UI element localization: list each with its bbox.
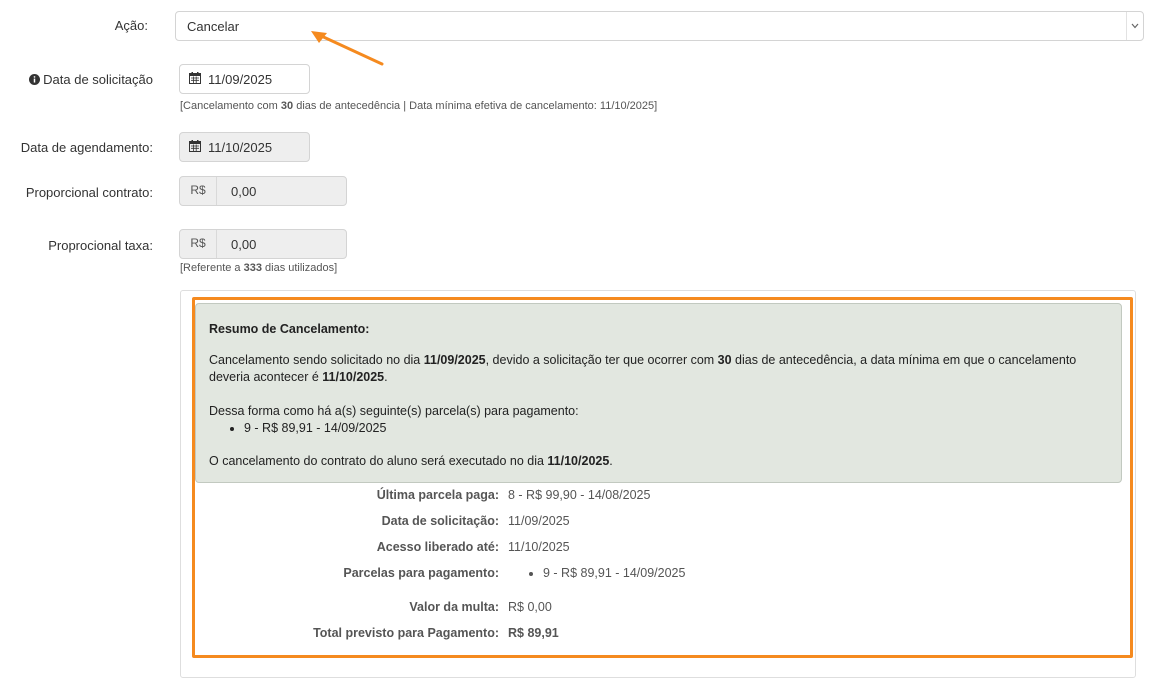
calendar-icon <box>189 139 201 155</box>
bullet-icon <box>529 571 533 576</box>
resumo-paragraph-3: O cancelamento do contrato do aluno será… <box>209 453 1105 470</box>
multa-value: R$ 0,00 <box>508 600 552 614</box>
acesso-label: Acesso liberado até: <box>376 540 499 554</box>
acao-label: Ação: <box>114 18 148 33</box>
resumo-text: . <box>384 370 388 384</box>
ultima-parcela-value: 8 - R$ 99,90 - 14/08/2025 <box>508 488 651 502</box>
list-item: 9 - R$ 89,91 - 14/09/2025 <box>244 420 1105 437</box>
currency-addon: R$ <box>180 230 217 258</box>
proporcional-contrato-value: 0,00 <box>231 184 257 199</box>
parcelas-item: 9 - R$ 89,91 - 14/09/2025 <box>543 566 686 580</box>
proporcional-contrato-input: R$ 0,00 <box>179 176 347 206</box>
currency-addon: R$ <box>180 177 217 205</box>
total-value: R$ 89,91 <box>508 626 559 640</box>
chevron-down-icon[interactable] <box>1126 12 1143 40</box>
help-text: dias de antecedência | Data mínima efeti… <box>293 100 658 112</box>
proporcional-taxa-help: [Referente a 333 dias utilizados] <box>180 262 337 274</box>
resumo-min-date: 11/10/2025 <box>322 370 385 384</box>
resumo-days: 30 <box>717 353 732 367</box>
resumo-text: , devido a solicitação ter que ocorrer c… <box>485 353 718 367</box>
parcelas-value: 9 - R$ 89,91 - 14/09/2025 <box>529 566 685 580</box>
resumo-text: Dessa forma como há a(s) seguinte(s) par… <box>209 404 579 418</box>
orange-arrow-annotation <box>311 31 384 66</box>
acao-select-value: Cancelar <box>187 19 240 34</box>
data-agendamento-value: 11/10/2025 <box>208 139 273 155</box>
help-text: [Referente a <box>180 262 244 274</box>
help-days: 30 <box>280 100 294 112</box>
data-agendamento-label: Data de agendamento: <box>20 140 153 155</box>
acesso-value: 11/10/2025 <box>508 540 570 554</box>
resumo-text: Cancelamento sendo solicitado no dia <box>209 353 424 367</box>
resumo-title: Resumo de Cancelamento: <box>209 322 370 336</box>
info-circle-icon <box>29 74 41 85</box>
data-solicitacao-label: Data de solicitação <box>20 72 153 87</box>
proporcional-taxa-label: Proprocional taxa: <box>48 238 153 253</box>
resumo-text: . <box>609 454 613 468</box>
resumo-parcelas-list: 9 - R$ 89,91 - 14/09/2025 <box>209 420 1105 437</box>
help-text: dias utilizados] <box>261 262 338 274</box>
proporcional-taxa-input: R$ 0,00 <box>179 229 347 259</box>
ultima-parcela-label: Última parcela paga: <box>376 488 499 502</box>
data-solicitacao-help: [Cancelamento com 30 dias de antecedênci… <box>180 100 657 112</box>
detalhe-data-solicitacao-label: Data de solicitação: <box>381 514 499 528</box>
resumo-text: O cancelamento do contrato do aluno será… <box>209 454 548 468</box>
resumo-date: 11/09/2025 <box>423 353 486 367</box>
resumo-paragraph-2: Dessa forma como há a(s) seguinte(s) par… <box>209 403 1105 437</box>
total-label: Total previsto para Pagamento: <box>313 626 499 640</box>
data-solicitacao-value: 11/09/2025 <box>208 71 273 87</box>
resumo-paragraph-1: Cancelamento sendo solicitado no dia 11/… <box>209 352 1105 386</box>
calendar-icon <box>189 71 201 87</box>
proporcional-contrato-label: Proporcional contrato: <box>25 185 153 200</box>
resumo-alert: Resumo de Cancelamento: Cancelamento sen… <box>195 303 1122 483</box>
data-solicitacao-label-text: Data de solicitação <box>43 72 153 87</box>
detalhe-data-solicitacao-value: 11/09/2025 <box>508 514 570 528</box>
resumo-exec-date: 11/10/2025 <box>547 454 610 468</box>
data-agendamento-input: 11/10/2025 <box>179 132 310 162</box>
parcelas-label: Parcelas para pagamento: <box>343 566 499 580</box>
help-days: 333 <box>243 262 262 274</box>
data-solicitacao-input[interactable]: 11/09/2025 <box>179 64 310 94</box>
multa-label: Valor da multa: <box>409 600 499 614</box>
proporcional-taxa-value: 0,00 <box>231 237 257 252</box>
help-text: [Cancelamento com <box>180 100 281 112</box>
